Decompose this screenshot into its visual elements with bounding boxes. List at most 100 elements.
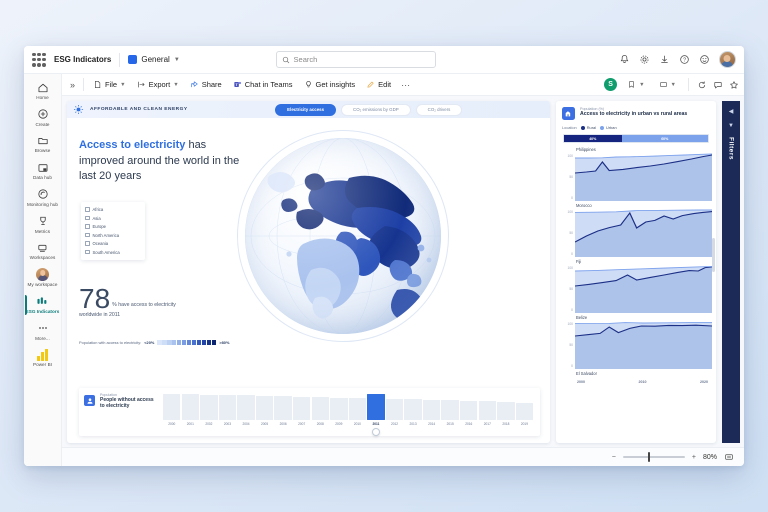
- year-tick[interactable]: 2006: [274, 422, 291, 426]
- year-tick[interactable]: 2004: [237, 422, 254, 426]
- comment-icon[interactable]: [713, 80, 723, 90]
- sidebar-item-create[interactable]: Create: [25, 105, 61, 131]
- year-tick[interactable]: 2014: [423, 422, 440, 426]
- sidebar-item-home[interactable]: Home: [25, 78, 61, 104]
- urban-rural-split-bar[interactable]: 40% 60%: [563, 134, 709, 143]
- year-tick[interactable]: 2017: [479, 422, 496, 426]
- country-chart-fiji[interactable]: Fiji 100 50 0: [560, 259, 712, 313]
- year-tick[interactable]: 2000: [163, 422, 180, 426]
- report-bars-icon: [36, 295, 49, 308]
- expand-ribbon-button[interactable]: »: [67, 80, 78, 90]
- tab-electricity-access[interactable]: Electricity access: [275, 103, 337, 116]
- legend-item-rural[interactable]: Rural: [580, 125, 596, 130]
- continent-checkbox-oceania[interactable]: Oceania: [85, 241, 141, 246]
- country-chart-philippines[interactable]: Philippines 100 50 0: [560, 147, 712, 201]
- checkbox[interactable]: [85, 215, 90, 221]
- year-tick[interactable]: 2008: [312, 422, 329, 426]
- teams-presence-badge[interactable]: S: [604, 78, 618, 91]
- bar-col: [441, 400, 459, 420]
- continent-checkbox-africa[interactable]: Africa: [85, 207, 141, 212]
- year-tick[interactable]: 2005: [256, 422, 273, 426]
- fit-to-page-icon[interactable]: [724, 452, 734, 462]
- slider-handle[interactable]: [372, 427, 381, 436]
- download-icon[interactable]: [659, 54, 670, 65]
- favorite-icon[interactable]: [729, 80, 739, 90]
- divider: [83, 78, 85, 91]
- sidebar-item-monitoring-hub[interactable]: Monitoring hub: [25, 185, 61, 211]
- year-tick[interactable]: 2013: [404, 422, 421, 426]
- continent-checkbox-asia[interactable]: Asia: [85, 216, 141, 221]
- sidebar-item-workspaces[interactable]: Workspaces: [25, 238, 61, 264]
- share-button[interactable]: Share: [186, 78, 226, 91]
- search-input[interactable]: Search: [275, 51, 436, 68]
- zoom-slider-thumb[interactable]: [647, 452, 651, 462]
- avatar[interactable]: [718, 51, 736, 68]
- country-name: Morocco: [576, 203, 592, 208]
- chat-in-teams-button[interactable]: T Chat in Teams: [229, 78, 297, 91]
- country-name: Fiji: [576, 259, 582, 264]
- checkbox[interactable]: [85, 249, 90, 255]
- country-chart-belize[interactable]: Belize 100 50 0: [560, 315, 712, 369]
- workspace-selector[interactable]: General ▼: [128, 55, 180, 64]
- ribbon-overflow-button[interactable]: ···: [398, 80, 413, 90]
- zoom-in-button[interactable]: +: [692, 454, 696, 461]
- country-charts-list[interactable]: Philippines 100 50 0 Morocco 100 50 0 Fi…: [556, 143, 716, 443]
- gear-icon[interactable]: [639, 54, 650, 65]
- year-tick[interactable]: 2015: [441, 422, 458, 426]
- continent-checkbox-north-america[interactable]: North America: [85, 233, 141, 238]
- get-insights-button[interactable]: Get insights: [300, 78, 360, 91]
- workspace-label: General: [141, 55, 170, 64]
- sidebar-item-esg-indicators[interactable]: ESG Indicators: [24, 292, 61, 318]
- panel-scrollbar[interactable]: [712, 238, 715, 272]
- legend-dot-urban: [600, 125, 605, 130]
- year-tick[interactable]: 2019: [516, 422, 533, 426]
- legend-item-urban[interactable]: Urban: [600, 125, 617, 130]
- chevron-left-icon[interactable]: ◀: [729, 108, 734, 115]
- year-tick-selected[interactable]: 2011: [367, 422, 384, 426]
- year-tick[interactable]: 2002: [200, 422, 217, 426]
- continent-checkbox-europe[interactable]: Europe: [85, 224, 141, 229]
- year-tick[interactable]: 2018: [497, 422, 514, 426]
- refresh-icon[interactable]: [697, 80, 707, 90]
- bell-icon[interactable]: [619, 54, 630, 65]
- zoom-out-button[interactable]: −: [612, 454, 616, 461]
- filter-icon[interactable]: ▼: [728, 123, 734, 129]
- year-tick[interactable]: 2007: [293, 422, 310, 426]
- tab-co2-drivers[interactable]: CO₂ drivers: [415, 103, 463, 116]
- feedback-icon[interactable]: [699, 54, 710, 65]
- country-chart-morocco[interactable]: Morocco 100 50 0: [560, 203, 712, 257]
- filters-pane[interactable]: ◀ ▼ Filters: [722, 101, 740, 443]
- bookmark-button[interactable]: ▼: [623, 78, 648, 91]
- year-tick[interactable]: 2016: [460, 422, 477, 426]
- app-launcher-icon[interactable]: [32, 52, 46, 67]
- year-tick[interactable]: 2010: [349, 422, 366, 426]
- zoom-slider[interactable]: [622, 452, 685, 462]
- export-button[interactable]: Export ▼: [133, 78, 183, 91]
- help-icon[interactable]: ?: [679, 54, 690, 65]
- page-title: Access to electricity has improved aroun…: [79, 138, 244, 185]
- checkbox[interactable]: [85, 224, 90, 229]
- year-tick[interactable]: 2003: [219, 422, 236, 426]
- year-bar-chart[interactable]: 2000 2001 2002 2003 2004 2005 2006 2007 …: [163, 393, 534, 436]
- country-chart-el-salvador[interactable]: El Salvador: [560, 371, 712, 377]
- tab-co2-emissions-by-gdp[interactable]: CO₂ emissions by GDP: [341, 103, 411, 116]
- bar-col: [163, 394, 181, 420]
- world-map-globe[interactable]: [237, 130, 449, 345]
- view-button[interactable]: ▼: [655, 78, 680, 91]
- year-tick[interactable]: 2009: [330, 422, 347, 426]
- edit-button[interactable]: Edit: [362, 78, 395, 91]
- sidebar-item-data-hub[interactable]: Data hub: [25, 158, 61, 184]
- year-tick[interactable]: 2001: [182, 422, 199, 426]
- sidebar-item-browse[interactable]: Browse: [25, 131, 61, 157]
- checkbox[interactable]: [85, 207, 90, 212]
- sidebar-item-power-bi[interactable]: Power BI: [25, 345, 61, 371]
- continent-checkbox-south-america[interactable]: South America: [85, 250, 141, 255]
- year-tick[interactable]: 2012: [386, 422, 403, 426]
- checkbox[interactable]: [85, 241, 90, 246]
- file-button[interactable]: File ▼: [89, 78, 130, 91]
- sidebar-item-my-workspace[interactable]: My workspace: [25, 265, 61, 291]
- x-tick: 2010: [638, 380, 647, 384]
- checkbox[interactable]: [85, 232, 90, 238]
- sidebar-item-more[interactable]: More...: [25, 319, 61, 345]
- sidebar-item-metrics[interactable]: Metrics: [25, 212, 61, 238]
